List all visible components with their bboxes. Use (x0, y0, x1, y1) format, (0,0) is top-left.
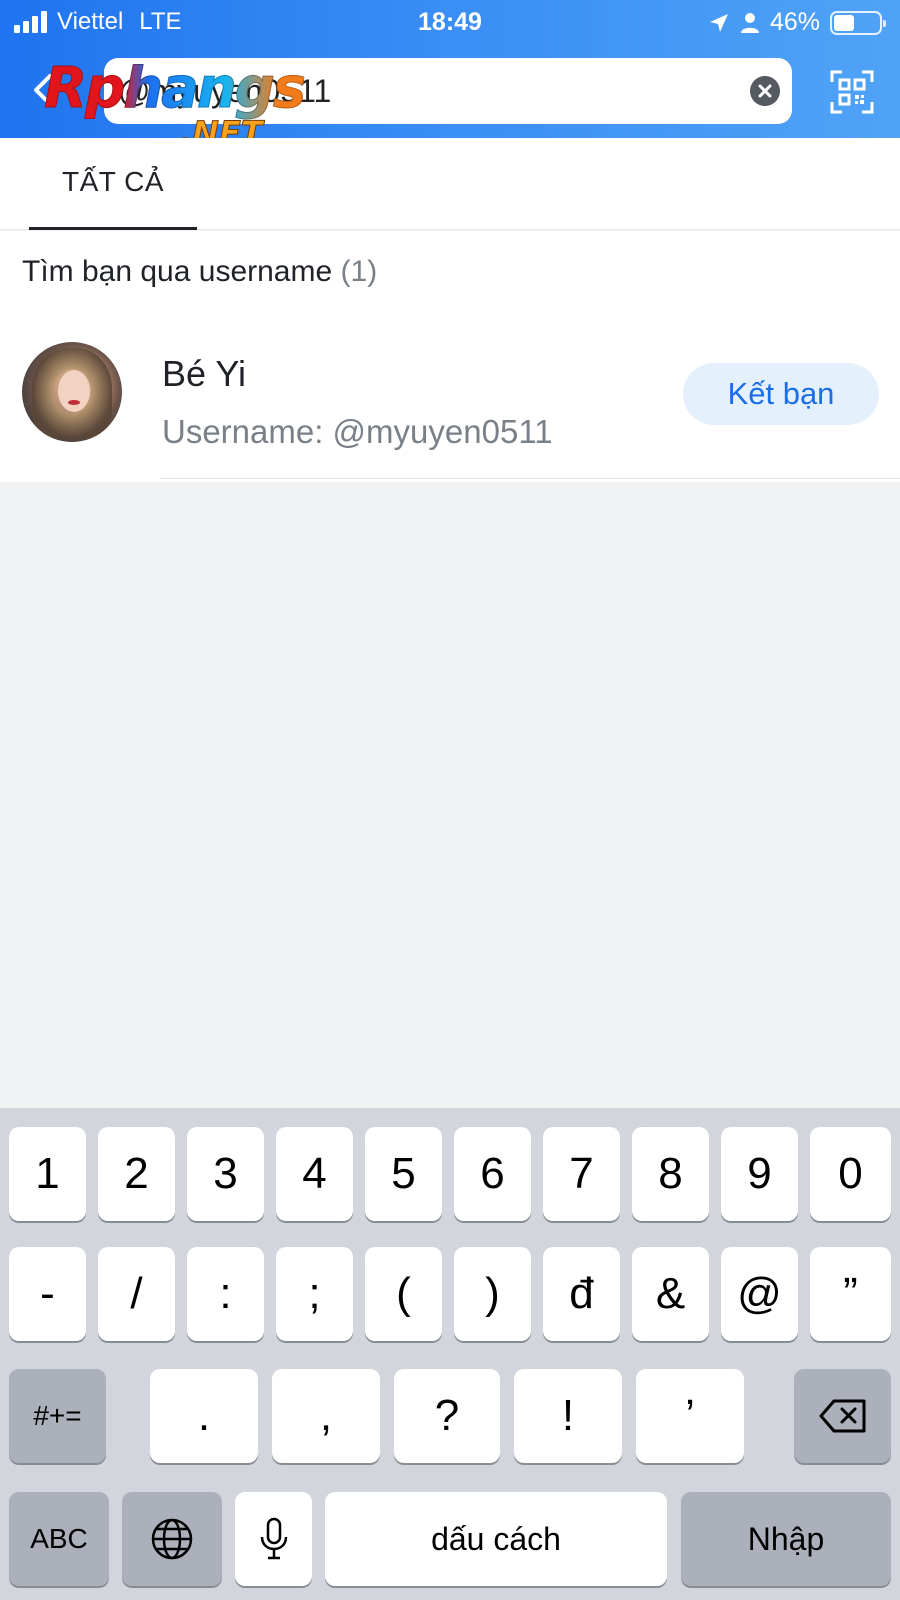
battery-icon (830, 10, 886, 35)
key-slash[interactable]: / (98, 1247, 175, 1341)
key-d-stroke[interactable]: đ (543, 1247, 620, 1341)
key-0[interactable]: 0 (810, 1127, 891, 1221)
battery-fill (834, 14, 855, 31)
key-exclamation[interactable]: ! (514, 1369, 622, 1463)
search-input[interactable] (118, 68, 718, 114)
keyboard: 1 2 3 4 5 6 7 8 9 0 - / : ; ( ) đ & @ ” … (0, 1108, 900, 1600)
key-5[interactable]: 5 (365, 1127, 442, 1221)
key-apostrophe[interactable]: ’ (636, 1369, 744, 1463)
app-header: Viettel LTE 18:49 46% @myuyen0511 .NET (0, 0, 900, 153)
qr-scan-button[interactable] (830, 70, 874, 114)
search-box[interactable] (104, 58, 792, 124)
backspace-icon (819, 1399, 865, 1433)
key-semicolon[interactable]: ; (276, 1247, 353, 1341)
contact-name: Bé Yi (162, 353, 247, 394)
key-more-symbols[interactable]: #+= (9, 1369, 106, 1463)
key-period[interactable]: . (150, 1369, 258, 1463)
key-return[interactable]: Nhập (681, 1492, 891, 1586)
key-1[interactable]: 1 (9, 1127, 86, 1221)
globe-icon (151, 1518, 193, 1560)
key-at[interactable]: @ (721, 1247, 798, 1341)
key-colon[interactable]: : (187, 1247, 264, 1341)
key-microphone[interactable] (235, 1492, 312, 1586)
key-abc[interactable]: ABC (9, 1492, 109, 1586)
results-section: Tìm bạn qua username (1) Bé Yi Username:… (0, 231, 900, 482)
key-hyphen[interactable]: - (9, 1247, 86, 1341)
key-open-paren[interactable]: ( (365, 1247, 442, 1341)
list-item[interactable]: Bé Yi Username: @myuyen0511 Kết bạn (0, 327, 900, 479)
key-comma[interactable]: , (272, 1369, 380, 1463)
key-close-paren[interactable]: ) (454, 1247, 531, 1341)
avatar[interactable] (22, 342, 122, 442)
avatar-lips (68, 400, 80, 405)
qr-code-icon (830, 70, 874, 114)
location-arrow-icon (709, 13, 728, 32)
person-icon (740, 12, 759, 33)
add-friend-button[interactable]: Kết bạn (683, 363, 879, 425)
key-7[interactable]: 7 (543, 1127, 620, 1221)
section-title-text: Tìm bạn qua username (22, 255, 333, 288)
battery-percent: 46% (769, 8, 820, 36)
tab-all[interactable]: TẤT CẢ (29, 138, 197, 230)
clear-search-button[interactable] (750, 76, 780, 106)
key-backspace[interactable] (794, 1369, 891, 1463)
key-space[interactable]: dấu cách (325, 1492, 667, 1586)
key-question[interactable]: ? (394, 1369, 500, 1463)
key-4[interactable]: 4 (276, 1127, 353, 1221)
key-6[interactable]: 6 (454, 1127, 531, 1221)
key-8[interactable]: 8 (632, 1127, 709, 1221)
section-title: Tìm bạn qua username (1) (22, 255, 377, 289)
contact-username: Username: @myuyen0511 (162, 413, 553, 450)
tab-bar: TẤT CẢ (0, 138, 900, 230)
avatar-face (58, 370, 90, 412)
key-3[interactable]: 3 (187, 1127, 264, 1221)
divider (160, 478, 900, 479)
chevron-left-icon (34, 74, 52, 106)
status-bar: Viettel LTE 18:49 46% (0, 0, 900, 44)
status-right: 46% (708, 8, 886, 37)
back-button[interactable] (30, 72, 58, 108)
key-ampersand[interactable]: & (632, 1247, 709, 1341)
close-icon (758, 84, 772, 98)
key-2[interactable]: 2 (98, 1127, 175, 1221)
section-count: (1) (340, 255, 378, 288)
microphone-icon (260, 1517, 287, 1560)
key-9[interactable]: 9 (721, 1127, 798, 1221)
key-quote[interactable]: ” (810, 1247, 891, 1341)
key-globe[interactable] (122, 1492, 222, 1586)
tab-active-indicator (29, 227, 197, 230)
tab-all-label: TẤT CẢ (61, 166, 165, 197)
